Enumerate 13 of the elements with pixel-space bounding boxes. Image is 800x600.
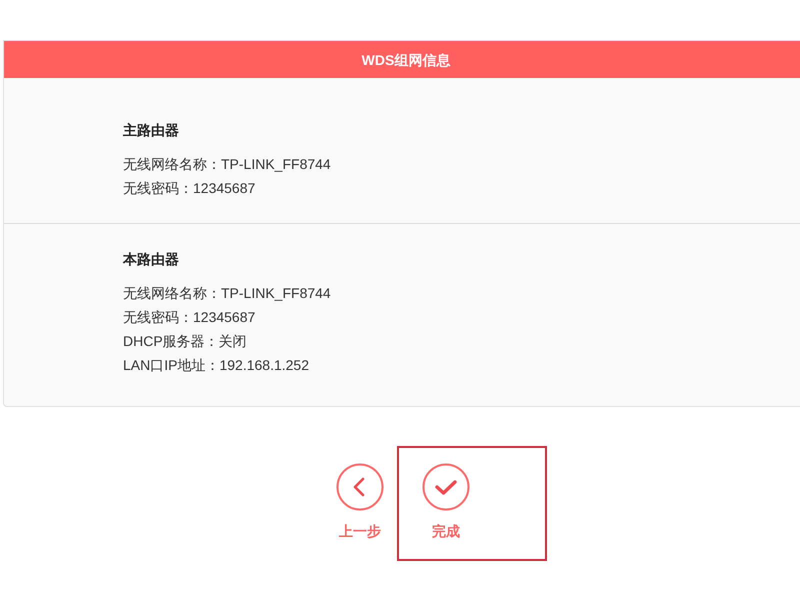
section-heading: 本路由器 [123, 250, 179, 269]
info-line: DHCP服务器：关闭 [123, 332, 247, 351]
section-heading: 主路由器 [123, 121, 179, 140]
info-line: 无线密码：12345687 [123, 308, 256, 327]
panel-title: WDS组网信息 [362, 50, 450, 70]
info-line: 无线网络名称：TP-LINK_FF8744 [123, 284, 331, 303]
info-line: 无线网络名称：TP-LINK_FF8744 [123, 155, 331, 174]
back-button[interactable]: 上一步 [335, 463, 385, 541]
finish-button[interactable]: 完成 [421, 463, 471, 541]
info-line: 无线密码：12345687 [123, 179, 256, 198]
chevron-left-icon [336, 463, 384, 511]
info-line: LAN口IP地址：192.168.1.252 [123, 356, 309, 375]
check-icon [422, 463, 470, 511]
